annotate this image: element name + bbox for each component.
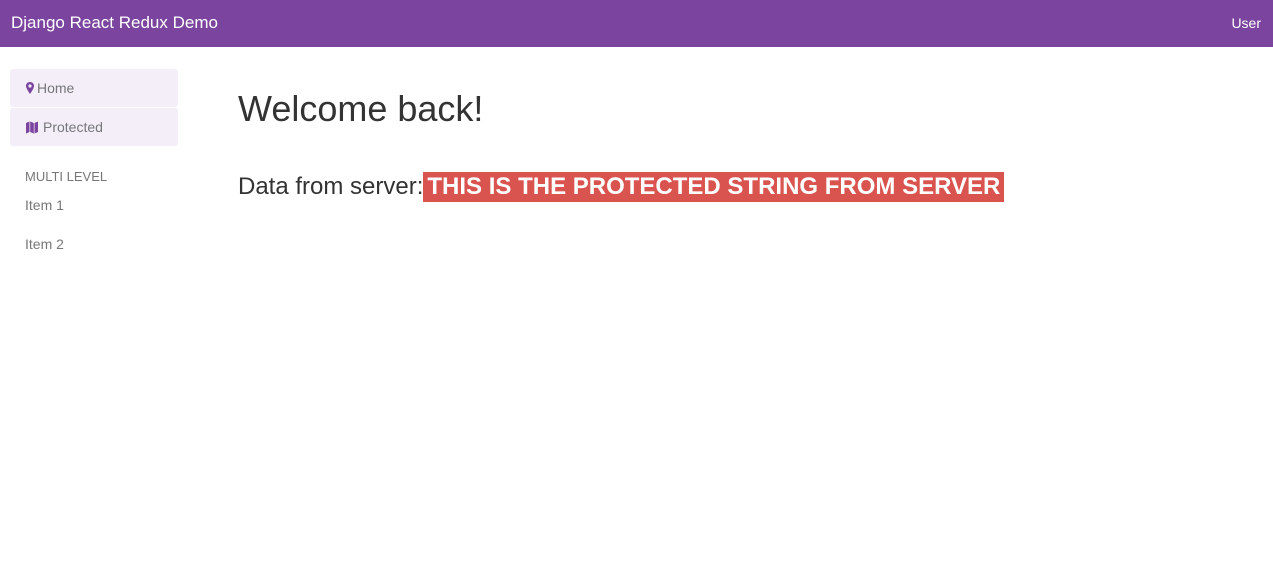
server-data-line: Data from server: THIS IS THE PROTECTED S… bbox=[238, 172, 1005, 202]
sidebar: Home Protected bbox=[10, 69, 178, 147]
sidebar-item-label: Home bbox=[37, 80, 75, 96]
map-icon bbox=[26, 121, 38, 134]
protected-string-badge: THIS IS THE PROTECTED STRING FROM SERVER bbox=[423, 172, 1005, 202]
top-navbar: Django React Redux Demo User bbox=[0, 0, 1273, 47]
data-label: Data from server: bbox=[238, 173, 424, 200]
sidebar-item-home[interactable]: Home bbox=[10, 69, 178, 107]
sidebar-subitem-1[interactable]: Item 1 bbox=[25, 197, 64, 213]
sidebar-item-label: Protected bbox=[43, 119, 103, 135]
sidebar-subitem-2[interactable]: Item 2 bbox=[25, 236, 64, 252]
brand-link[interactable]: Django React Redux Demo bbox=[11, 13, 218, 33]
sidebar-section-header: MULTI LEVEL bbox=[25, 169, 108, 184]
user-menu-link[interactable]: User bbox=[1231, 15, 1261, 32]
sidebar-item-protected[interactable]: Protected bbox=[10, 108, 178, 146]
page-title: Welcome back! bbox=[238, 88, 484, 129]
